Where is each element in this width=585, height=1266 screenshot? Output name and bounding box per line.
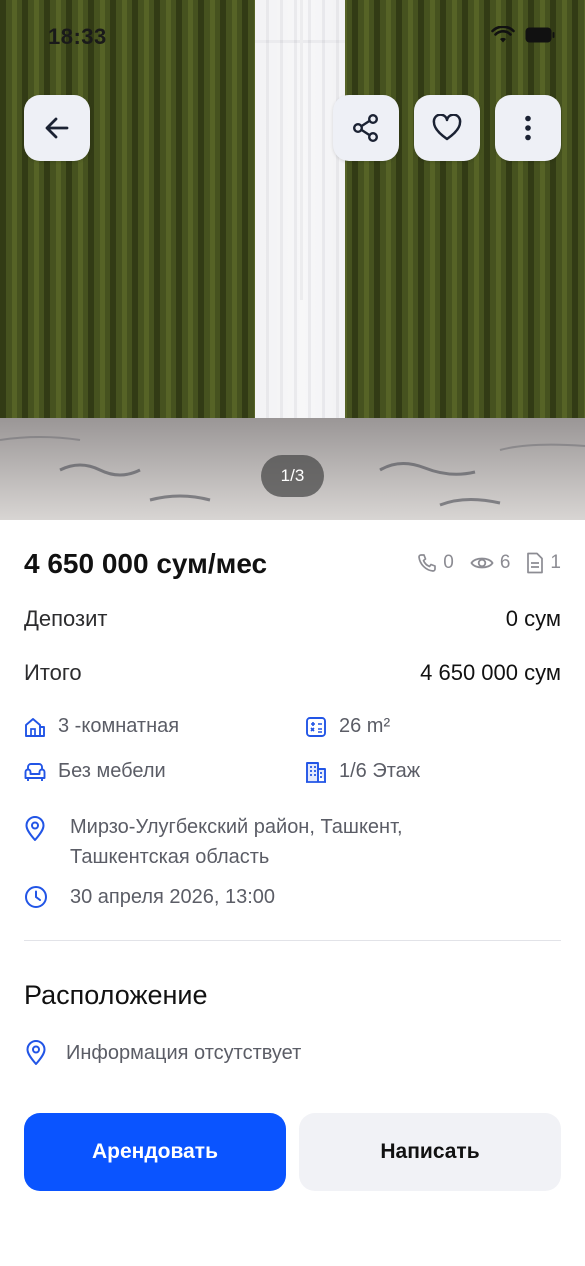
share-icon	[353, 114, 379, 143]
publish-date: 30 апреля 2026, 13:00	[24, 885, 275, 909]
listing-stats: 0 6 1	[417, 552, 561, 574]
more-options-button[interactable]	[495, 95, 561, 161]
building-icon	[25, 717, 45, 737]
section-divider	[24, 940, 561, 941]
arrow-left-icon	[45, 117, 69, 139]
docs-count: 1	[550, 552, 561, 573]
favorite-button[interactable]	[414, 95, 480, 161]
publish-date-text: 30 апреля 2026, 13:00	[70, 885, 276, 908]
rooms-feature: 3 -комнатная	[24, 715, 179, 738]
status-bar: 18:33	[0, 0, 585, 70]
listing-photo[interactable]: 18:33 1/3	[0, 0, 585, 520]
area-text: 26 m²	[339, 715, 391, 737]
rooms-text: 3 -комнатная	[58, 715, 180, 737]
location-pin-icon	[26, 1040, 46, 1065]
deposit-value: 0 сум	[505, 606, 561, 631]
photo-pager: 1/3	[261, 455, 324, 497]
calculator-icon	[306, 716, 326, 737]
status-time: 18:33	[48, 24, 107, 49]
views-stat: 6	[470, 552, 511, 574]
back-button[interactable]	[24, 95, 90, 161]
eye-icon	[470, 557, 494, 569]
deposit-row: Депозит 0 сум	[24, 606, 561, 632]
area-feature: 26 m²	[305, 715, 390, 738]
total-label: Итого	[24, 660, 82, 685]
clock-icon	[25, 886, 47, 908]
floor-text: 1/6 Этаж	[339, 760, 421, 782]
more-vertical-icon	[525, 115, 531, 141]
calls-count: 0	[443, 552, 454, 573]
furniture-feature: Без мебели	[24, 760, 166, 783]
phone-icon	[418, 554, 437, 572]
location-pin-icon	[25, 816, 45, 841]
status-icons	[491, 26, 555, 44]
total-value: 4 650 000 сум	[420, 660, 561, 685]
share-button[interactable]	[333, 95, 399, 161]
location-info: Информация отсутствует	[24, 1040, 301, 1066]
location-section-title: Расположение	[24, 980, 208, 1010]
calls-stat: 0	[417, 552, 454, 574]
location-info-text: Информация отсутствует	[66, 1041, 302, 1064]
room-photo	[0, 0, 585, 520]
address-line-1: Мирзо-Улугбекский район, Ташкент,	[70, 816, 403, 838]
floor-feature: 1/6 Этаж	[305, 760, 420, 783]
wifi-icon	[491, 26, 515, 43]
docs-stat: 1	[526, 552, 561, 574]
write-message-button[interactable]: Написать	[299, 1113, 561, 1191]
address-line-2: Ташкентская область	[70, 846, 270, 868]
sofa-icon	[24, 762, 46, 781]
furniture-text: Без мебели	[58, 760, 166, 782]
total-row: Итого 4 650 000 сум	[24, 660, 561, 686]
apartment-building-icon	[306, 761, 326, 783]
address: Мирзо-Улугбекский район, Ташкент, Ташкен…	[24, 812, 403, 872]
battery-icon	[525, 27, 555, 43]
rent-button[interactable]: Арендовать	[24, 1113, 286, 1191]
document-icon	[527, 552, 544, 574]
listing-price: 4 650 000 сум/мес	[24, 548, 268, 579]
views-count: 6	[499, 552, 511, 573]
deposit-label: Депозит	[24, 606, 108, 631]
heart-icon	[432, 114, 462, 141]
